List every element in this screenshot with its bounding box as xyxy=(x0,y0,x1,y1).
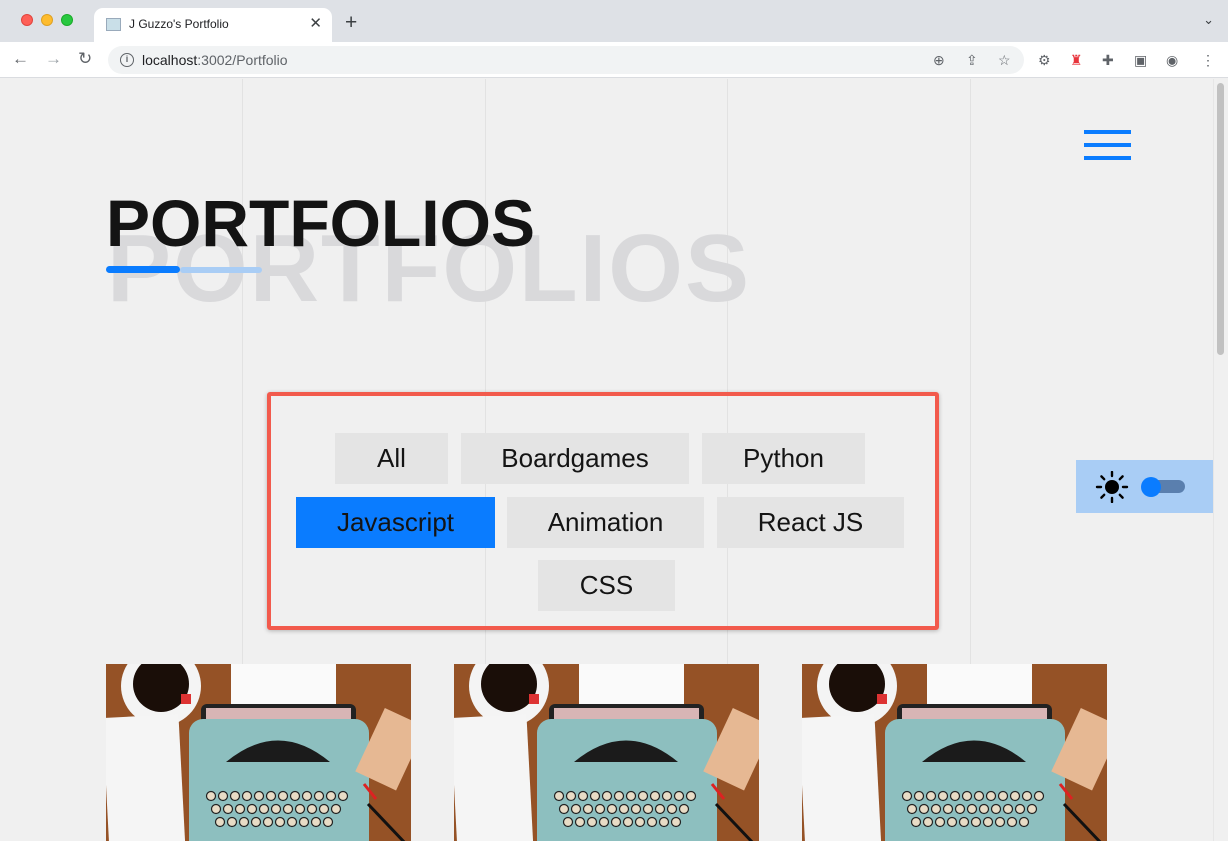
tab-close-icon[interactable]: ✕ xyxy=(309,14,322,34)
filter-javascript-button[interactable]: Javascript xyxy=(296,497,495,548)
site-info-icon[interactable]: i xyxy=(120,53,134,67)
window-close-button[interactable] xyxy=(21,14,33,26)
title-underline-accent xyxy=(106,266,180,273)
favicon-icon xyxy=(106,18,121,31)
page-viewport: PORTFOLIOS PORTFOLIOS All Boardgames Pyt… xyxy=(0,79,1228,841)
portfolio-card[interactable] xyxy=(454,664,759,841)
filter-all-button[interactable]: All xyxy=(335,433,448,484)
filter-css-button[interactable]: CSS xyxy=(538,560,675,611)
browser-toolbar: ← → ↻ i localhost:3002/Portfolio ⊕ ⇪ ☆ ⚙… xyxy=(0,42,1228,78)
typewriter-image xyxy=(106,664,411,841)
typewriter-image xyxy=(802,664,1107,841)
theme-toggle-switch[interactable] xyxy=(1141,477,1185,497)
portfolio-card[interactable] xyxy=(802,664,1107,841)
profile-avatar-icon[interactable]: ◉ xyxy=(1166,51,1178,69)
url-host: localhost xyxy=(142,52,198,68)
scrollbar-thumb[interactable] xyxy=(1217,83,1224,355)
filter-python-button[interactable]: Python xyxy=(702,433,865,484)
browser-tab-bar: J Guzzo's Portfolio ✕ + ⌄ xyxy=(0,0,1228,42)
side-panel-icon[interactable]: ▣ xyxy=(1134,51,1147,69)
zoom-icon[interactable]: ⊕ xyxy=(933,51,945,69)
filter-animation-button[interactable]: Animation xyxy=(507,497,704,548)
filter-react-js-button[interactable]: React JS xyxy=(717,497,904,548)
bookmark-star-icon[interactable]: ☆ xyxy=(998,51,1011,69)
reload-button[interactable]: ↻ xyxy=(78,48,92,70)
portfolio-card[interactable] xyxy=(106,664,411,841)
browser-tab[interactable]: J Guzzo's Portfolio ✕ xyxy=(94,8,332,42)
back-button[interactable]: ← xyxy=(12,48,29,70)
new-tab-button[interactable]: + xyxy=(345,11,357,35)
title-underline-light xyxy=(180,267,262,273)
theme-switcher-panel xyxy=(1076,460,1213,513)
window-minimize-button[interactable] xyxy=(41,14,53,26)
toggle-knob xyxy=(1141,477,1161,497)
url-text[interactable]: localhost:3002/Portfolio xyxy=(142,52,288,68)
forward-button[interactable]: → xyxy=(45,48,62,70)
filter-boardgames-button[interactable]: Boardgames xyxy=(461,433,689,484)
tab-search-icon[interactable]: ⌄ xyxy=(1203,12,1214,28)
page-scrollbar[interactable] xyxy=(1213,79,1228,841)
extension-gear-icon[interactable]: ⚙ xyxy=(1038,51,1051,69)
address-bar[interactable]: i localhost:3002/Portfolio ⊕ ⇪ ☆ xyxy=(108,46,1024,74)
typewriter-image xyxy=(454,664,759,841)
share-icon[interactable]: ⇪ xyxy=(966,51,978,69)
hamburger-menu-icon[interactable] xyxy=(1084,130,1131,162)
tab-title: J Guzzo's Portfolio xyxy=(129,17,229,31)
url-path: :3002/Portfolio xyxy=(197,52,288,68)
window-zoom-button[interactable] xyxy=(61,14,73,26)
sun-icon xyxy=(1095,471,1129,503)
page-title: PORTFOLIOS xyxy=(106,186,535,260)
extension-red-icon[interactable]: ♜ xyxy=(1070,51,1083,69)
extensions-puzzle-icon[interactable]: ✚ xyxy=(1102,51,1114,69)
browser-menu-icon[interactable]: ⋮ xyxy=(1201,51,1215,69)
